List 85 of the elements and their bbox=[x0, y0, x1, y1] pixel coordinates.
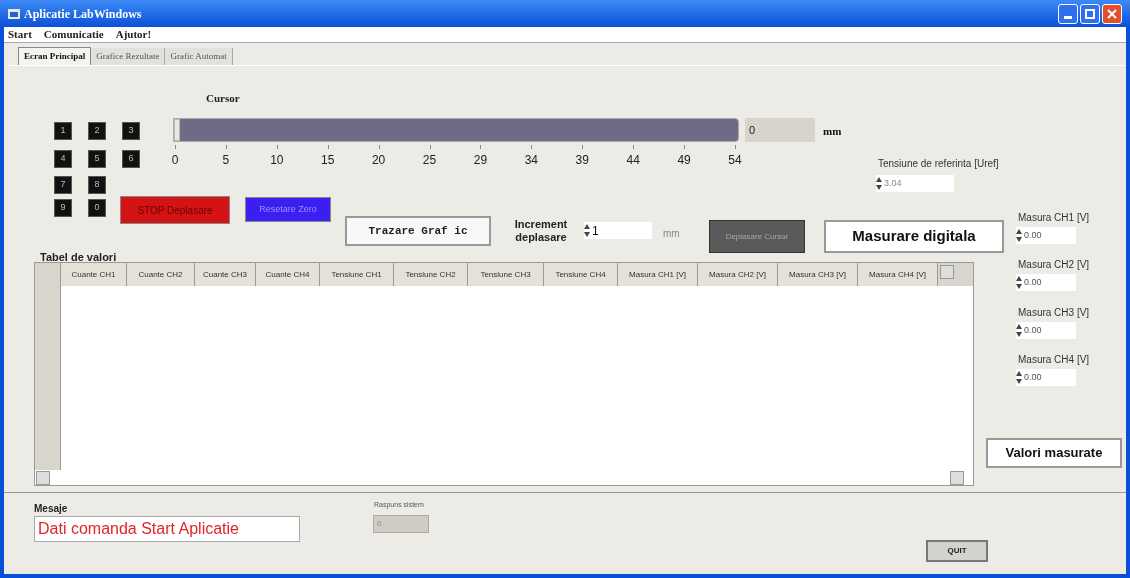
spinner-icon[interactable] bbox=[1016, 275, 1022, 290]
field-label: Mesaje bbox=[34, 502, 68, 516]
field-value: 0.00 bbox=[1024, 275, 1042, 289]
field-value: 0.00 bbox=[1024, 370, 1042, 384]
tick-label: 10 bbox=[269, 152, 285, 169]
field-label: Masura CH3 [V] bbox=[1018, 306, 1090, 320]
tick-label: 0 bbox=[170, 152, 180, 169]
column-header[interactable]: Tensiune CH1 bbox=[320, 263, 394, 286]
spinner-icon[interactable] bbox=[876, 176, 882, 191]
tab[interactable]: Grafic Automat bbox=[165, 48, 233, 66]
table-title: Tabel de valori bbox=[40, 250, 117, 265]
column-header[interactable]: Masura CH4 [V] bbox=[858, 263, 938, 286]
keypad-button[interactable]: 7 bbox=[54, 176, 72, 194]
field-label: Masura CH4 [V] bbox=[1018, 353, 1090, 367]
keypad-button[interactable]: 5 bbox=[88, 150, 106, 168]
spin-field[interactable]: 3.04 bbox=[876, 175, 954, 192]
slider-track[interactable] bbox=[173, 118, 739, 142]
spin-field[interactable]: 0.00 bbox=[1016, 274, 1076, 291]
column-header[interactable]: Cuante CH3 bbox=[195, 263, 256, 286]
slider-label: Cursor bbox=[206, 91, 240, 106]
column-header[interactable]: Cuante CH4 bbox=[256, 263, 320, 286]
column-header[interactable]: Cuante CH2 bbox=[127, 263, 195, 286]
keypad-button[interactable]: 1 bbox=[54, 122, 72, 140]
keypad-button[interactable]: 9 bbox=[54, 199, 72, 217]
keypad-button[interactable]: 3 bbox=[122, 122, 140, 140]
measured-values-button[interactable]: Valori masurate bbox=[986, 438, 1122, 468]
keypad-button[interactable]: 6 bbox=[122, 150, 140, 168]
unit-label: mm bbox=[663, 227, 680, 241]
column-header[interactable]: Masura CH2 [V] bbox=[698, 263, 778, 286]
minimize-icon bbox=[1064, 15, 1072, 19]
quit-button[interactable]: QUIT bbox=[926, 540, 988, 562]
spin-field[interactable]: 0.00 bbox=[1016, 322, 1076, 339]
tick-label: 15 bbox=[320, 152, 336, 169]
app-icon bbox=[8, 8, 20, 19]
menu-item[interactable]: Start bbox=[8, 26, 32, 43]
tick-label: 39 bbox=[574, 152, 590, 169]
column-header[interactable]: Tensiune CH4 bbox=[544, 263, 618, 286]
maximize-icon bbox=[1085, 8, 1095, 19]
spin-field[interactable]: 0.00 bbox=[1016, 227, 1076, 244]
digital-measure-button[interactable]: Masurare digitala bbox=[824, 220, 1004, 253]
column-header[interactable]: Tensiune CH2 bbox=[394, 263, 468, 286]
spin-field[interactable]: 1 bbox=[584, 222, 652, 239]
spinner-icon[interactable] bbox=[1016, 228, 1022, 243]
spinner-icon[interactable] bbox=[1016, 323, 1022, 338]
message-field: Dati comanda Start Aplicatie bbox=[34, 516, 300, 542]
tick-label: 5 bbox=[221, 152, 231, 169]
column-header[interactable]: Tensiune CH3 bbox=[468, 263, 544, 286]
field-label: Masura CH2 [V] bbox=[1018, 258, 1090, 272]
field-value: 0.00 bbox=[1024, 228, 1042, 242]
field-label: Increment deplasare bbox=[513, 218, 569, 244]
keypad-button[interactable]: 4 bbox=[54, 150, 72, 168]
field-label: Masura CH1 [V] bbox=[1018, 211, 1090, 225]
tick-label: 34 bbox=[523, 152, 540, 169]
minimize-button[interactable] bbox=[1058, 3, 1078, 24]
menu-item[interactable]: Ajutor! bbox=[115, 26, 152, 43]
tab[interactable]: Grafice Rezultate bbox=[91, 48, 166, 66]
tick-label: 29 bbox=[472, 152, 489, 169]
tick-label: 20 bbox=[370, 152, 387, 169]
field-value: 1 bbox=[592, 222, 599, 240]
slider-thumb[interactable] bbox=[174, 119, 180, 141]
keypad-button[interactable]: 2 bbox=[88, 122, 106, 140]
tick-label: 25 bbox=[421, 152, 438, 169]
tick-label: 49 bbox=[676, 152, 692, 169]
numeric-display: 0 bbox=[745, 118, 815, 142]
tick-label: 44 bbox=[625, 152, 641, 169]
window-title: Aplicatie LabWindows bbox=[24, 5, 142, 23]
column-header[interactable]: Cuante CH1 bbox=[61, 263, 127, 286]
spin-field[interactable]: 0.00 bbox=[1016, 369, 1076, 386]
spinner-icon[interactable] bbox=[1016, 370, 1022, 385]
keypad-button[interactable]: 0 bbox=[88, 199, 106, 217]
menu-item[interactable]: Comunicatie bbox=[43, 26, 104, 43]
unit-label: mm bbox=[823, 124, 842, 139]
close-button[interactable] bbox=[1102, 3, 1122, 24]
tab[interactable]: Ecran Principal bbox=[18, 47, 92, 65]
maximize-button[interactable] bbox=[1080, 3, 1100, 24]
spinner-icon[interactable] bbox=[584, 223, 590, 238]
field-value: 0.00 bbox=[1024, 323, 1042, 337]
field-label: Tensiune de referinta [Uref] bbox=[878, 157, 999, 171]
plot-button[interactable]: Trazare Graf ic bbox=[345, 216, 491, 246]
keypad-button[interactable]: 8 bbox=[88, 176, 106, 194]
field-value: 3.04 bbox=[884, 176, 902, 190]
close-icon bbox=[1107, 8, 1117, 19]
column-header[interactable]: Masura CH3 [V] bbox=[778, 263, 858, 286]
tick-label: 54 bbox=[727, 152, 743, 169]
column-header[interactable]: Masura CH1 [V] bbox=[618, 263, 698, 286]
